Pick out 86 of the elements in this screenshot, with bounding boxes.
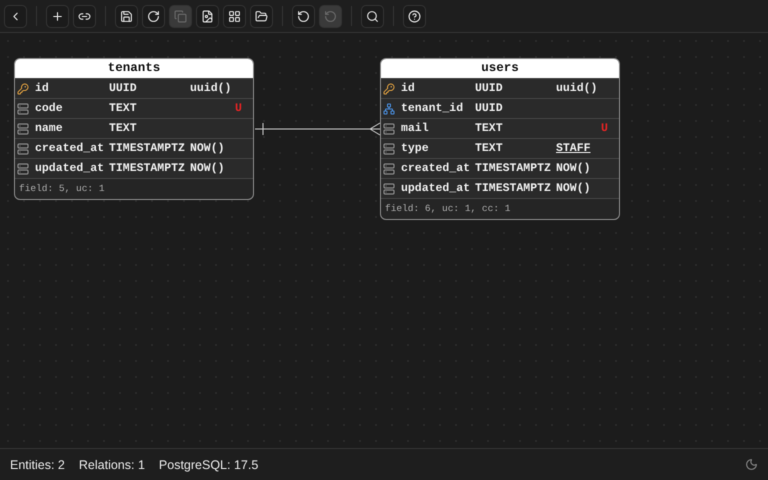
help-icon — [408, 10, 421, 22]
key-icon — [17, 82, 29, 94]
column-default: NOW() — [556, 182, 591, 195]
column-name: code — [35, 102, 64, 115]
column-name: updated_at — [401, 182, 472, 195]
grid-button[interactable] — [223, 4, 246, 28]
link-button[interactable] — [73, 4, 96, 28]
link-node-icon — [383, 102, 395, 114]
unique-mark: U — [601, 122, 609, 135]
back-button[interactable] — [4, 4, 27, 28]
column-icon — [17, 102, 29, 114]
column-row[interactable]: tenant_id UUID — [381, 98, 619, 118]
save-button[interactable] — [115, 4, 138, 28]
column-type: TIMESTAMPTZ — [475, 182, 552, 195]
copy-icon — [174, 10, 187, 22]
column-row[interactable]: code TEXT U — [15, 98, 253, 118]
column-name: name — [35, 122, 64, 135]
theme-toggle-button[interactable] — [745, 458, 758, 471]
column-name: updated_at — [35, 162, 106, 175]
column-default: NOW() — [190, 162, 225, 175]
help-button[interactable] — [403, 4, 426, 28]
entity-title: users — [381, 59, 619, 78]
grid-icon — [228, 10, 241, 22]
column-type: UUID — [475, 102, 504, 115]
moon-icon — [745, 458, 758, 471]
redo-icon — [324, 10, 337, 22]
search-icon — [366, 10, 379, 22]
column-icon — [383, 182, 395, 194]
status-text: Relations: 1 — [78, 458, 145, 472]
undo-icon — [297, 10, 310, 22]
reload-icon — [147, 10, 160, 22]
column-type: UUID — [475, 82, 504, 95]
status-text: Entities: 2 — [10, 458, 65, 472]
column-row[interactable]: created_at TIMESTAMPTZ NOW() — [381, 158, 619, 178]
entity-title: tenants — [15, 59, 253, 78]
column-row[interactable]: updated_at TIMESTAMPTZ NOW() — [381, 178, 619, 198]
column-row[interactable]: type TEXT STAFF — [381, 138, 619, 158]
column-icon — [17, 122, 29, 134]
image-export-button[interactable] — [196, 4, 219, 28]
column-name: type — [401, 142, 430, 155]
column-row[interactable]: name TEXT — [15, 118, 253, 138]
column-default: STAFF — [556, 142, 591, 155]
column-icon — [17, 142, 29, 154]
column-name: mail — [401, 122, 430, 135]
folder-button[interactable] — [250, 4, 273, 28]
image-file-icon — [201, 10, 214, 22]
column-default: uuid() — [556, 82, 598, 95]
undo-button[interactable] — [292, 4, 315, 28]
column-default: uuid() — [190, 82, 232, 95]
key-icon — [383, 82, 395, 94]
column-type: TIMESTAMPTZ — [109, 162, 186, 175]
column-icon — [383, 122, 395, 134]
entity-card[interactable]: users id UUID uuid() tenant_id UUID mail TEXT U type TEXT STAFF created_at TIMESTAMPTZ NOW() updated_at TIMESTAMPTZ NOW() field: 6, uc: 1, cc: 1 — [380, 58, 620, 220]
column-default: NOW() — [556, 162, 591, 175]
entity-footer: field: 5, uc: 1 — [15, 178, 253, 199]
column-type: TEXT — [109, 122, 138, 135]
column-name: created_at — [35, 142, 106, 155]
column-icon — [383, 162, 395, 174]
plus-icon — [51, 10, 64, 22]
column-name: id — [35, 82, 50, 95]
column-default: NOW() — [190, 142, 225, 155]
column-row[interactable]: id UUID uuid() — [381, 78, 619, 98]
add-button[interactable] — [46, 4, 69, 28]
column-row[interactable]: mail TEXT U — [381, 118, 619, 138]
column-type: TEXT — [475, 122, 504, 135]
column-type: TIMESTAMPTZ — [109, 142, 186, 155]
column-icon — [17, 162, 29, 174]
column-type: TEXT — [475, 142, 504, 155]
column-row[interactable]: created_at TIMESTAMPTZ NOW() — [15, 138, 253, 158]
column-name: id — [401, 82, 416, 95]
column-type: UUID — [109, 82, 138, 95]
column-name: created_at — [401, 162, 472, 175]
column-name: tenant_id — [401, 102, 464, 115]
search-button[interactable] — [361, 4, 384, 28]
column-row[interactable]: id UUID uuid() — [15, 78, 253, 98]
column-type: TEXT — [109, 102, 138, 115]
column-row[interactable]: updated_at TIMESTAMPTZ NOW() — [15, 158, 253, 178]
folder-icon — [255, 10, 268, 22]
column-type: TIMESTAMPTZ — [475, 162, 552, 175]
save-icon — [120, 10, 133, 22]
unique-mark: U — [235, 102, 243, 115]
entity-card[interactable]: tenants id UUID uuid() code TEXT U name TEXT created_at TIMESTAMPTZ NOW() updated_at TIMESTAMPTZ NOW() field: 5, uc: 1 — [14, 58, 254, 200]
entity-footer: field: 6, uc: 1, cc: 1 — [381, 198, 619, 219]
column-icon — [383, 142, 395, 154]
status-text: PostgreSQL: 17.5 — [158, 458, 258, 472]
reload-button[interactable] — [142, 4, 165, 28]
